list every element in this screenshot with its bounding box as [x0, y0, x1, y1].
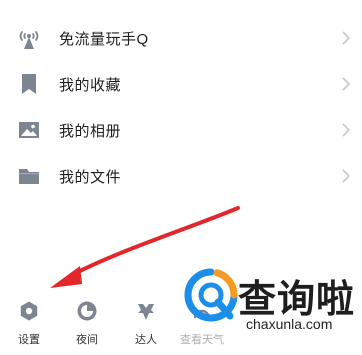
menu-item-album[interactable]: 我的相册 — [0, 107, 362, 153]
menu-item-files[interactable]: 我的文件 — [0, 153, 362, 199]
watermark: 查询啦 chaxunla.com — [176, 262, 362, 342]
chaxunla-logo — [184, 268, 238, 322]
menu-item-label: 免流量玩手Q — [59, 30, 149, 48]
menu-item-favorites[interactable]: 我的收藏 — [0, 61, 362, 107]
chevron-right-icon — [342, 169, 351, 183]
antenna-icon — [16, 25, 42, 51]
menu-item-label: 我的文件 — [59, 168, 122, 186]
watermark-url: chaxunla.com — [246, 316, 333, 332]
folder-icon — [16, 163, 42, 189]
expert-label: 达人 — [135, 334, 157, 346]
menu-item-label: 我的收藏 — [59, 76, 122, 94]
expert-button[interactable]: 达人 — [126, 300, 166, 350]
settings-label: 设置 — [18, 334, 40, 346]
badge-icon — [138, 304, 154, 320]
moon-icon — [77, 301, 97, 321]
night-mode-label: 夜间 — [76, 334, 98, 346]
night-mode-button[interactable]: 夜间 — [67, 300, 107, 350]
chevron-right-icon — [342, 31, 351, 45]
bookmark-icon — [16, 71, 42, 97]
watermark-chinese: 查询啦 — [238, 277, 356, 321]
chevron-right-icon — [342, 77, 351, 91]
settings-icon — [20, 301, 38, 321]
menu-item-label: 我的相册 — [59, 122, 122, 140]
chevron-right-icon — [342, 123, 351, 137]
image-icon — [16, 117, 42, 143]
menu-item-free-data[interactable]: 免流量玩手Q — [0, 15, 362, 61]
settings-button[interactable]: 设置 — [9, 300, 49, 350]
